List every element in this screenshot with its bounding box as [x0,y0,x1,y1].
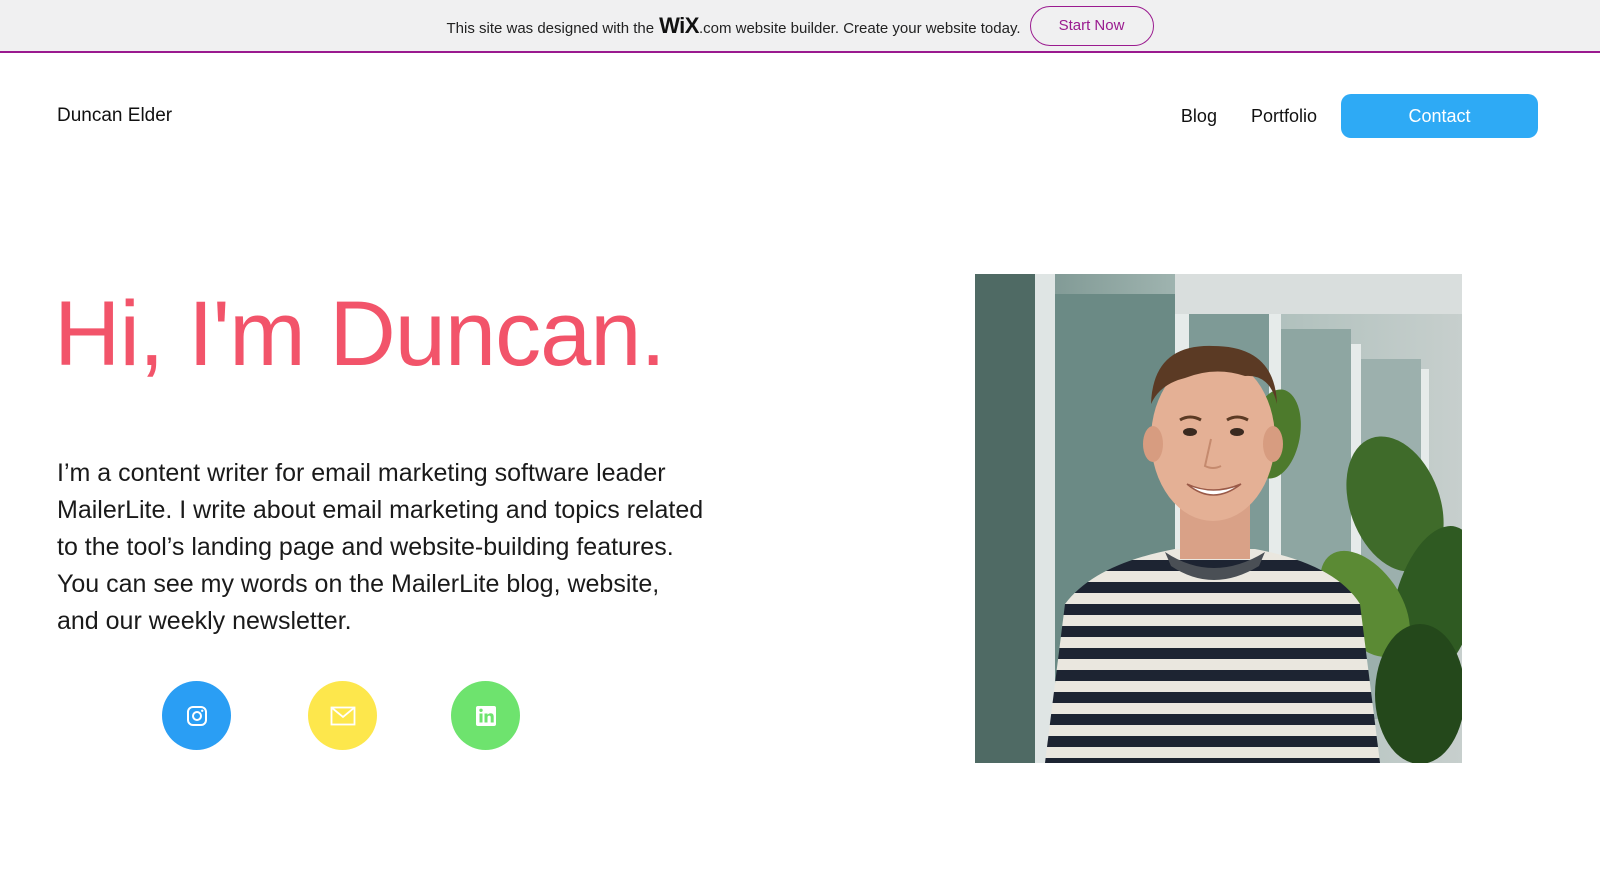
contact-button[interactable]: Contact [1341,94,1538,138]
wix-banner: This site was designed with the WiX .com … [0,0,1600,53]
wix-banner-text-before: This site was designed with the [446,19,655,37]
profile-photo [975,274,1462,763]
wix-logo-group[interactable]: WiX .com website builder. Create your web… [659,13,1020,39]
hero-title: Hi, I'm Duncan. [54,283,666,385]
mail-icon [330,706,355,725]
linkedin-icon [475,705,496,726]
hero-bio: I’m a content writer for email marketing… [57,459,704,635]
wix-banner-text-after: .com website builder. Create your websit… [698,19,1021,37]
wix-banner-text: This site was designed with the WiX .com … [446,13,1020,39]
instagram-icon [186,705,207,726]
main-nav: Blog Portfolio Contact [1181,94,1538,138]
instagram-button[interactable] [162,681,231,750]
nav-link-portfolio[interactable]: Portfolio [1251,106,1317,127]
linkedin-button[interactable] [451,681,520,750]
nav-link-blog[interactable]: Blog [1181,106,1217,127]
start-now-button[interactable]: Start Now [1029,5,1154,46]
wix-logo[interactable]: WiX [659,13,699,39]
email-button[interactable] [308,681,377,750]
site-name[interactable]: Duncan Elder [57,105,172,127]
